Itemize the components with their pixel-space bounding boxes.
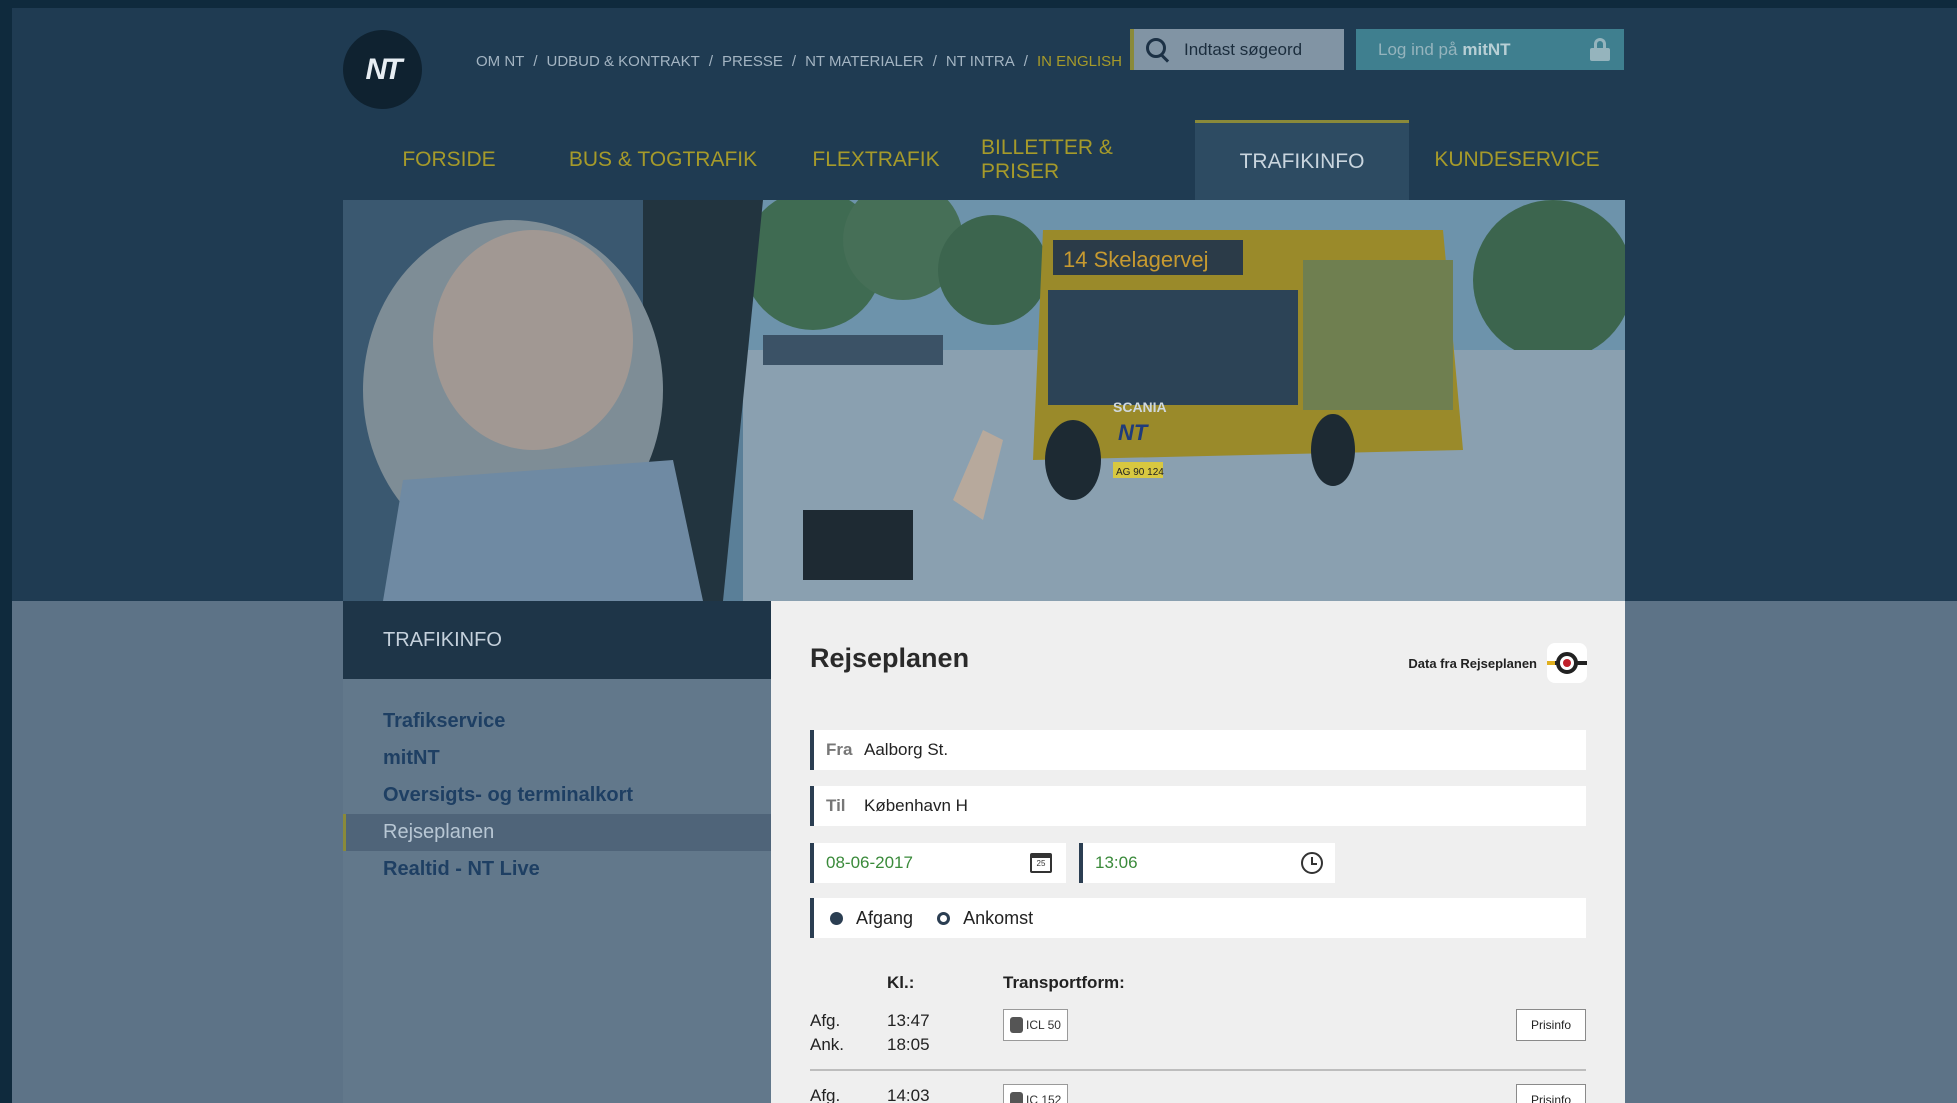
nav-trafikinfo[interactable]: TRAFIKINFO [1195,120,1409,200]
train-badge: ICL 50 [1003,1009,1068,1041]
sidebar-item-rejseplanen[interactable]: Rejseplanen [343,814,771,851]
dep-label: Afg. [810,1011,841,1030]
separator: / [791,52,797,70]
main-navigation: FORSIDE BUS & TOGTRAFIK FLEXTRAFIK BILLE… [343,120,1625,200]
data-credit: Data fra Rejseplanen [1408,643,1587,683]
login-brand: mitNT [1462,39,1511,59]
top-navigation: OM NT / UDBUD & KONTRAKT / PRESSE / NT MATE… [476,51,1122,71]
sidebar-item-mitnt[interactable]: mitNT [343,740,771,777]
to-label: Til [826,796,846,815]
lock-icon [1590,38,1610,61]
search-input[interactable] [1184,39,1334,60]
top-link-english[interactable]: IN ENGLISH [1037,53,1122,70]
sidebar: Trafikservice mitNT Oversigts- og termin… [343,679,771,1103]
from-input[interactable] [864,740,1464,760]
row-divider [810,1069,1586,1071]
train-badge: IC 152 [1003,1084,1069,1103]
sidebar-item-trafikservice[interactable]: Trafikservice [343,703,771,740]
date-field[interactable]: 25 [810,843,1066,883]
result-row[interactable]: Afg. 14:03 IC 152 Prisinfo [810,1084,1586,1103]
sidebar-title: TRAFIKINFO [343,601,771,679]
rejseplanen-logo-icon [1547,643,1587,683]
bus-brand-text: SCANIA [1113,399,1167,415]
train-name: ICL 50 [1026,1018,1061,1032]
prisinfo-button[interactable]: Prisinfo [1515,1009,1586,1041]
nav-forside[interactable]: FORSIDE [343,120,555,200]
top-link-presse[interactable]: PRESSE [722,53,783,70]
nav-flextrafik[interactable]: FLEXTRAFIK [771,120,981,200]
time-field[interactable] [1079,843,1335,883]
arr-time: 18:05 [887,1035,930,1054]
top-link-udbud[interactable]: UDBUD & KONTRAKT [547,53,700,70]
separator: / [1023,52,1028,70]
top-link-om-nt[interactable]: OM NT [476,53,524,70]
page-title: Rejseplanen [810,643,970,673]
col-header-transport: Transportform: [1003,973,1125,992]
dep-time: 14:03 [887,1086,930,1103]
login-button[interactable]: Log ind på mitNT [1356,29,1624,70]
separator: / [708,52,714,70]
journey-planner-panel: Rejseplanen Data fra Rejseplanen Fra Til… [771,601,1625,1103]
from-label: Fra [826,740,853,759]
radio-ankomst[interactable]: Ankomst [937,908,1033,929]
bus-plate: AG 90 124 [1116,467,1164,478]
nt-logo[interactable]: NT [343,30,422,109]
bus-destination-sign: 14 Skelagervej [1063,247,1209,272]
sidebar-item-realtid[interactable]: Realtid - NT Live [343,851,771,888]
train-name: IC 152 [1026,1093,1062,1103]
search-icon[interactable] [1146,37,1170,62]
calendar-icon[interactable]: 25 [1030,853,1052,873]
separator: / [932,52,937,70]
dep-label: Afg. [810,1086,841,1103]
train-icon [1010,1017,1023,1033]
logo-text: NT [365,52,403,86]
radio-afgang-label: Afgang [856,907,914,928]
from-field[interactable]: Fra [810,730,1586,770]
bus-photo: 14 Skelagervej SCANIA NT AG 90 124 [343,200,1625,601]
radio-afgang[interactable]: Afgang [830,908,913,929]
nav-kundeservice[interactable]: KUNDESERVICE [1409,120,1625,200]
nav-billetter-priser[interactable]: BILLETTER & PRISER [981,120,1195,200]
departure-arrival-toggle: Afgang Ankomst [810,898,1586,938]
radio-ankomst-label: Ankomst [963,907,1034,928]
to-field[interactable]: Til [810,786,1586,826]
credit-text: Data fra Rejseplanen [1408,655,1537,671]
result-row[interactable]: Afg. 13:47 Ank. 18:05 ICL 50 Prisinfo [810,1009,1586,1057]
separator: / [533,52,538,70]
arr-label: Ank. [810,1035,845,1054]
dep-time: 13:47 [887,1011,930,1030]
radio-selected-icon [830,911,843,925]
hero-image: 14 Skelagervej SCANIA NT AG 90 124 [343,200,1625,601]
date-input[interactable] [826,853,986,873]
prisinfo-button[interactable]: Prisinfo [1515,1084,1586,1103]
radio-unselected-icon [937,911,951,925]
time-input[interactable] [1095,853,1255,873]
to-input[interactable] [864,796,1464,816]
col-header-time: Kl.: [887,973,915,992]
bus-logo-text: NT [1118,420,1149,445]
sidebar-item-oversigtskort[interactable]: Oversigts- og terminalkort [343,777,771,814]
top-link-intra[interactable]: NT INTRA [946,53,1015,70]
top-link-materialer[interactable]: NT MATERIALER [805,53,924,70]
clock-icon[interactable] [1301,852,1323,874]
train-icon [1010,1092,1023,1103]
nav-bus-togtrafik[interactable]: BUS & TOGTRAFIK [555,120,771,200]
search-box[interactable] [1130,29,1344,70]
login-label: Log ind på [1378,39,1458,59]
